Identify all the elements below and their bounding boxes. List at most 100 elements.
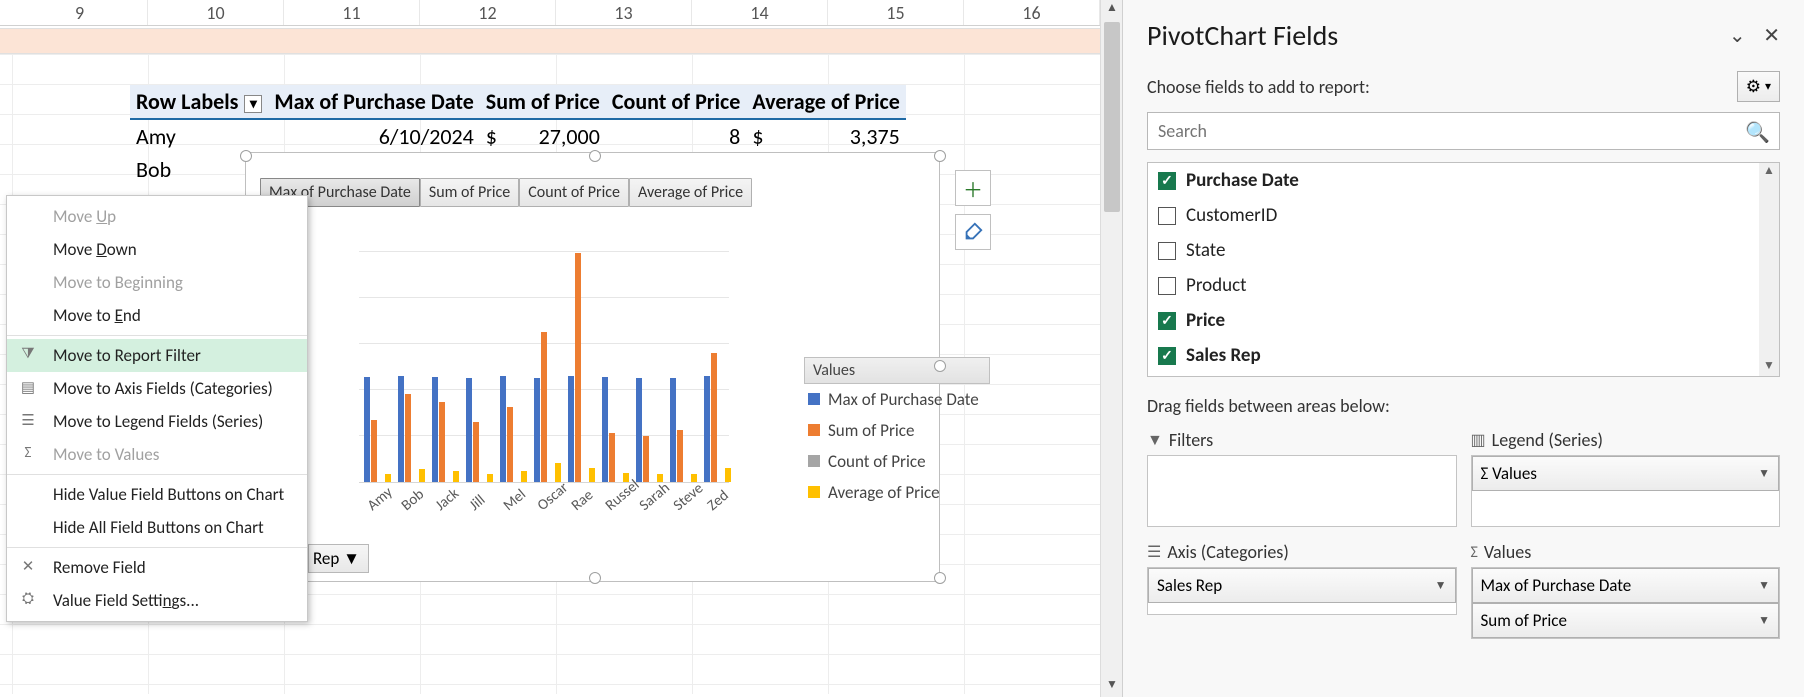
pane-gear-button[interactable]: ⚙▾ <box>1737 71 1780 102</box>
pivot-header[interactable]: Row Labels▾ <box>130 85 268 119</box>
chart-bar[interactable] <box>398 376 404 482</box>
scroll-up-icon[interactable]: ▲ <box>1759 163 1779 181</box>
field-search-input[interactable] <box>1147 112 1780 150</box>
chart-bar[interactable] <box>589 468 595 482</box>
chart-bar[interactable] <box>405 394 411 482</box>
chart-plot-area[interactable] <box>359 205 729 483</box>
field-list-scrollbar[interactable]: ▲ ▼ <box>1759 163 1779 376</box>
chart-bar[interactable] <box>541 332 547 482</box>
chart-bar[interactable] <box>473 422 479 482</box>
scroll-down-icon[interactable]: ▼ <box>1759 358 1779 376</box>
field-list-item[interactable]: Purchase Date <box>1148 163 1779 198</box>
field-list-item[interactable]: Product <box>1148 268 1779 303</box>
chevron-down-icon[interactable]: ▼ <box>1758 466 1770 481</box>
chart-bar[interactable] <box>670 378 676 482</box>
field-list-item[interactable]: Sales Rep <box>1148 338 1779 373</box>
chart-field-buttons[interactable]: Max of Purchase DateSum of PriceCount of… <box>260 178 752 207</box>
chart-field-button[interactable]: Count of Price <box>519 178 629 207</box>
chart-brush-button[interactable] <box>955 214 991 250</box>
chart-field-button[interactable]: Average of Price <box>629 178 752 207</box>
legend-item[interactable]: Count of Price <box>804 446 990 477</box>
chart-bar[interactable] <box>432 377 438 482</box>
column-header[interactable]: 10 <box>148 0 284 25</box>
chart-bar[interactable] <box>643 436 649 482</box>
area-field-item[interactable]: Sum of Price▼ <box>1472 603 1780 638</box>
chart-bar[interactable] <box>711 353 717 482</box>
pivot-header[interactable]: Max of Purchase Date <box>268 85 479 119</box>
chart-bar[interactable] <box>575 253 581 482</box>
checkbox[interactable] <box>1158 347 1176 365</box>
chart-plus-button[interactable]: ＋ <box>955 170 991 206</box>
pivot-row[interactable]: Amy6/10/2024$27,0008$3,375 <box>130 119 906 153</box>
chart-bar[interactable] <box>371 420 377 482</box>
chevron-down-icon[interactable]: ▼ <box>1758 613 1770 628</box>
area-field-item[interactable]: Max of Purchase Date▼ <box>1472 568 1780 603</box>
checkbox[interactable] <box>1158 207 1176 225</box>
menu-item[interactable]: Move to End <box>7 299 307 332</box>
chart-bar[interactable] <box>636 378 642 482</box>
legend-header[interactable]: Values <box>804 357 990 384</box>
chart-legend[interactable]: Values Max of Purchase DateSum of PriceC… <box>804 357 990 508</box>
chevron-down-icon[interactable]: ▼ <box>1435 578 1447 593</box>
legend-item[interactable]: Average of Price <box>804 477 990 508</box>
chart-bar[interactable] <box>677 430 683 482</box>
scroll-up-icon[interactable]: ▲ <box>1101 0 1123 20</box>
pane-close-icon[interactable]: ✕ <box>1763 24 1780 48</box>
chart-bar[interactable] <box>725 468 731 482</box>
pivot-header[interactable]: Average of Price <box>746 85 906 119</box>
menu-item[interactable]: ⧩Move to Report Filter <box>7 339 307 372</box>
column-header[interactable]: 13 <box>556 0 692 25</box>
column-header[interactable]: 11 <box>284 0 420 25</box>
pane-collapse-icon[interactable]: ⌄ <box>1729 24 1746 48</box>
area-field-item[interactable]: Σ Values▼ <box>1472 456 1780 491</box>
legend-area[interactable]: ▥Legend (Series) Σ Values▼ <box>1471 425 1781 527</box>
chart-bar[interactable] <box>521 471 527 482</box>
field-list-item[interactable]: CustomerID <box>1148 198 1779 233</box>
scrollbar-thumb[interactable] <box>1104 22 1120 212</box>
legend-item[interactable]: Max of Purchase Date <box>804 384 990 415</box>
chevron-down-icon[interactable]: ▼ <box>1758 578 1770 593</box>
chart-bar[interactable] <box>364 377 370 482</box>
menu-item[interactable]: Hide All Field Buttons on Chart <box>7 511 307 544</box>
column-header[interactable]: 9 <box>12 0 148 25</box>
menu-item[interactable]: Move Down <box>7 233 307 266</box>
chart-bar[interactable] <box>466 378 472 482</box>
checkbox[interactable] <box>1158 277 1176 295</box>
chart-bar[interactable] <box>419 469 425 482</box>
field-list[interactable]: Purchase DateCustomerIDStateProductPrice… <box>1147 162 1780 377</box>
menu-item[interactable]: ☰Move to Legend Fields (Series) <box>7 405 307 438</box>
chart-bar[interactable] <box>507 407 513 482</box>
chart-bar[interactable] <box>534 378 540 482</box>
chart-bar[interactable] <box>487 474 493 482</box>
menu-item[interactable]: ⛭Value Field Settings... <box>7 584 307 617</box>
axis-area[interactable]: ☰Axis (Categories) Sales Rep▼ <box>1147 537 1457 639</box>
checkbox[interactable] <box>1158 312 1176 330</box>
column-header[interactable]: 12 <box>420 0 556 25</box>
field-list-item[interactable]: Price <box>1148 303 1779 338</box>
menu-item[interactable]: ▤Move to Axis Fields (Categories) <box>7 372 307 405</box>
axis-field-button-rep[interactable]: Rep ▼ <box>308 544 369 573</box>
pivot-chart[interactable]: 2228217321192064200919541899 AmyBobJackJ… <box>245 152 940 582</box>
chart-bar[interactable] <box>500 376 506 482</box>
field-list-item[interactable]: State <box>1148 233 1779 268</box>
scroll-down-icon[interactable]: ▼ <box>1101 677 1123 697</box>
context-menu[interactable]: Move UpMove DownMove to BeginningMove to… <box>6 195 308 622</box>
pivot-header[interactable]: Count of Price <box>606 85 746 119</box>
menu-item[interactable]: ✕Remove Field <box>7 551 307 584</box>
checkbox[interactable] <box>1158 172 1176 190</box>
sheet-scrollbar[interactable]: ▲ ▼ <box>1100 0 1122 697</box>
area-field-item[interactable]: Sales Rep▼ <box>1148 568 1456 603</box>
search-icon[interactable]: 🔍 <box>1745 120 1770 145</box>
menu-item[interactable]: Hide Value Field Buttons on Chart <box>7 478 307 511</box>
row-labels-dropdown-icon[interactable]: ▾ <box>244 95 262 113</box>
column-header[interactable]: 16 <box>964 0 1100 25</box>
chart-bar[interactable] <box>602 377 608 482</box>
chart-field-button[interactable]: Sum of Price <box>420 178 519 207</box>
column-header[interactable]: 14 <box>692 0 828 25</box>
chart-bar[interactable] <box>568 376 574 482</box>
chart-bar[interactable] <box>385 474 391 482</box>
pivot-header[interactable]: Sum of Price <box>480 85 606 119</box>
chart-bar[interactable] <box>453 471 459 482</box>
chart-bar[interactable] <box>609 433 615 482</box>
filters-area[interactable]: ▼Filters <box>1147 425 1457 527</box>
